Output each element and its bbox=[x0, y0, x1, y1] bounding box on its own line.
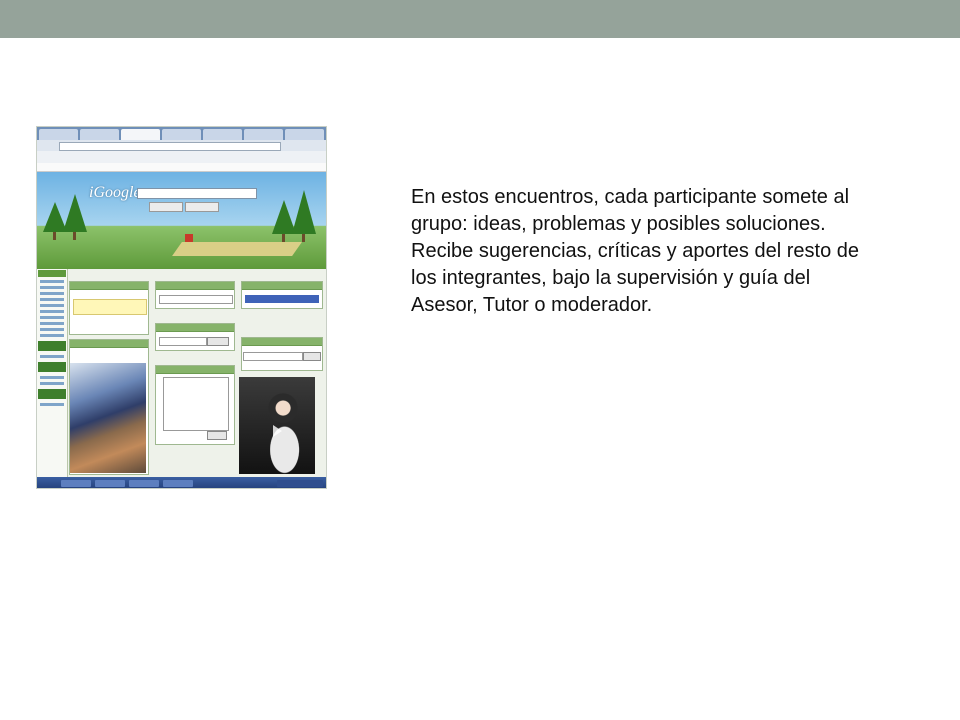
gadget-input bbox=[243, 352, 303, 361]
gadget-header bbox=[156, 324, 234, 332]
sidebar-link bbox=[40, 286, 64, 289]
tree-trunk bbox=[53, 232, 56, 240]
taskbar-item bbox=[61, 480, 91, 487]
browser-tab bbox=[285, 129, 324, 140]
sidebar-block bbox=[38, 389, 66, 399]
taskbar-item bbox=[163, 480, 193, 487]
tree-shape bbox=[292, 190, 316, 234]
sidebar-header bbox=[38, 270, 66, 277]
google-nav-bar bbox=[37, 163, 326, 172]
taskbar bbox=[37, 477, 326, 488]
lucky-button bbox=[185, 202, 219, 212]
tree-trunk bbox=[282, 234, 285, 242]
paragraph-2: Recibe sugerencias, críticas y aportes d… bbox=[411, 240, 871, 316]
search-input bbox=[137, 188, 257, 199]
browser-tab bbox=[162, 129, 201, 140]
browser-tab bbox=[203, 129, 242, 140]
sidebar-link bbox=[40, 316, 64, 319]
house-shape bbox=[185, 234, 193, 242]
browser-tab-active bbox=[121, 129, 160, 140]
system-tray bbox=[277, 480, 323, 487]
sidebar-link bbox=[40, 382, 64, 385]
gadget-header bbox=[242, 338, 322, 346]
igoogle-logo: iGoogle bbox=[89, 184, 141, 201]
tree-shape bbox=[63, 194, 87, 232]
gadget-input bbox=[159, 337, 207, 346]
calendar-strip bbox=[245, 295, 319, 303]
sidebar-block bbox=[38, 341, 66, 351]
gadget-button bbox=[207, 431, 227, 440]
sidebar-link bbox=[40, 328, 64, 331]
igoogle-header-theme: iGoogle bbox=[37, 172, 326, 269]
search-button bbox=[149, 202, 183, 212]
sidebar-link bbox=[40, 298, 64, 301]
browser-tab bbox=[80, 129, 119, 140]
gadget-button bbox=[303, 352, 321, 361]
taskbar-item bbox=[129, 480, 159, 487]
sidebar-link bbox=[40, 334, 64, 337]
chat-area bbox=[163, 377, 229, 431]
gadget-header bbox=[242, 282, 322, 290]
gadget-input bbox=[159, 295, 233, 304]
sidebar-link bbox=[40, 304, 64, 307]
gadget-header bbox=[156, 366, 234, 374]
sidebar-link bbox=[40, 292, 64, 295]
browser-tab-strip bbox=[37, 127, 326, 140]
play-icon bbox=[273, 425, 282, 437]
gadget-header bbox=[156, 282, 234, 290]
address-bar bbox=[37, 140, 326, 151]
sticky-note bbox=[73, 299, 147, 315]
sidebar-link bbox=[40, 280, 64, 283]
gadget-header bbox=[70, 340, 148, 348]
sidebar-link bbox=[40, 310, 64, 313]
browser-tab bbox=[39, 129, 78, 140]
sidebar-block bbox=[38, 362, 66, 372]
igoogle-screenshot: iGoogle bbox=[36, 126, 327, 489]
landscape-photo bbox=[70, 363, 146, 473]
tree-trunk bbox=[73, 232, 76, 240]
address-field bbox=[59, 142, 281, 151]
gadget-button bbox=[207, 337, 229, 346]
tree-trunk bbox=[302, 234, 305, 242]
sidebar-link bbox=[40, 355, 64, 358]
taskbar-item bbox=[95, 480, 125, 487]
sidebar-link bbox=[40, 376, 64, 379]
road-shape bbox=[172, 242, 302, 256]
sidebar bbox=[37, 269, 68, 488]
slide-body-text: En estos encuentros, cada participante s… bbox=[411, 184, 881, 319]
browser-tab bbox=[244, 129, 283, 140]
gadget-header bbox=[70, 282, 148, 290]
bookmarks-bar bbox=[37, 151, 326, 163]
sidebar-link bbox=[40, 322, 64, 325]
paragraph-1: En estos encuentros, cada participante s… bbox=[411, 186, 861, 235]
sidebar-link bbox=[40, 403, 64, 406]
top-band bbox=[0, 0, 960, 38]
